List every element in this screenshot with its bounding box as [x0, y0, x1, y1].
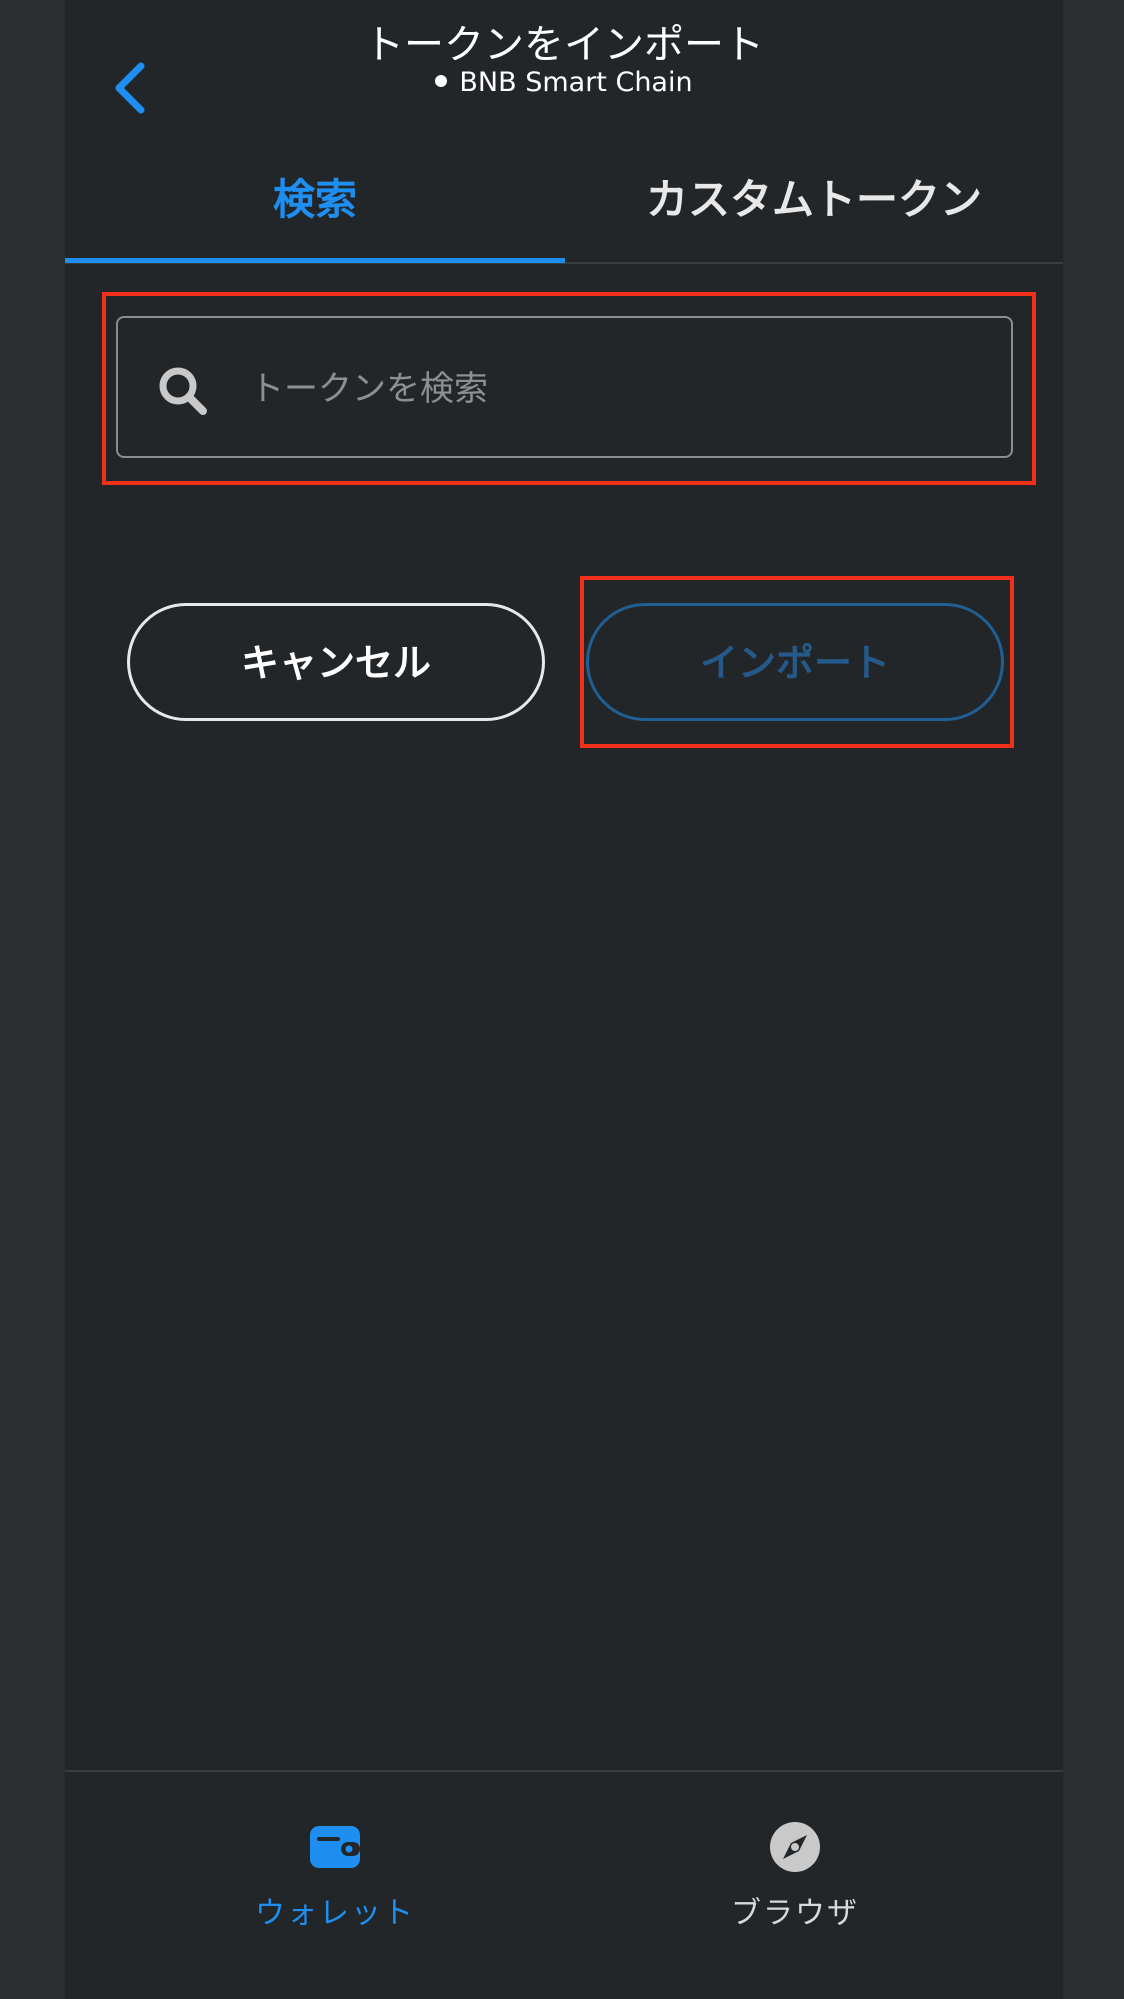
- import-button[interactable]: インポート: [586, 603, 1004, 721]
- search-input[interactable]: [248, 348, 992, 430]
- tab-search[interactable]: 検索: [65, 160, 565, 260]
- right-margin: [1063, 0, 1124, 1999]
- tab-search-label: 検索: [272, 175, 357, 224]
- nav-browser-label: ブラウザ: [731, 1896, 859, 1931]
- import-token-screen: トークンをインポート BNB Smart Chain 検索 カスタムトークン キ…: [65, 0, 1063, 1999]
- wallet-icon: [310, 1826, 360, 1868]
- network-name: BNB Smart Chain: [459, 67, 693, 98]
- import-button-label: インポート: [699, 641, 890, 685]
- network-status-dot: [435, 75, 448, 87]
- bottom-nav-divider: [65, 1770, 1063, 1772]
- network-indicator: BNB Smart Chain: [65, 67, 1063, 99]
- tab-custom-token[interactable]: カスタムトークン: [565, 160, 1063, 260]
- nav-item-browser[interactable]: ブラウザ: [645, 1820, 945, 1960]
- nav-item-wallet[interactable]: ウォレット: [185, 1820, 485, 1960]
- active-tab-indicator: [65, 258, 565, 263]
- left-margin: [0, 0, 65, 1999]
- cancel-button[interactable]: キャンセル: [127, 603, 545, 721]
- tab-custom-token-label: カスタムトークン: [645, 175, 982, 224]
- page-title: トークンをインポート: [364, 22, 764, 68]
- search-field-container[interactable]: [116, 316, 1013, 458]
- compass-icon: [770, 1822, 820, 1872]
- nav-wallet-label: ウォレット: [255, 1896, 415, 1931]
- cancel-button-label: キャンセル: [240, 641, 431, 685]
- search-icon: [159, 367, 207, 415]
